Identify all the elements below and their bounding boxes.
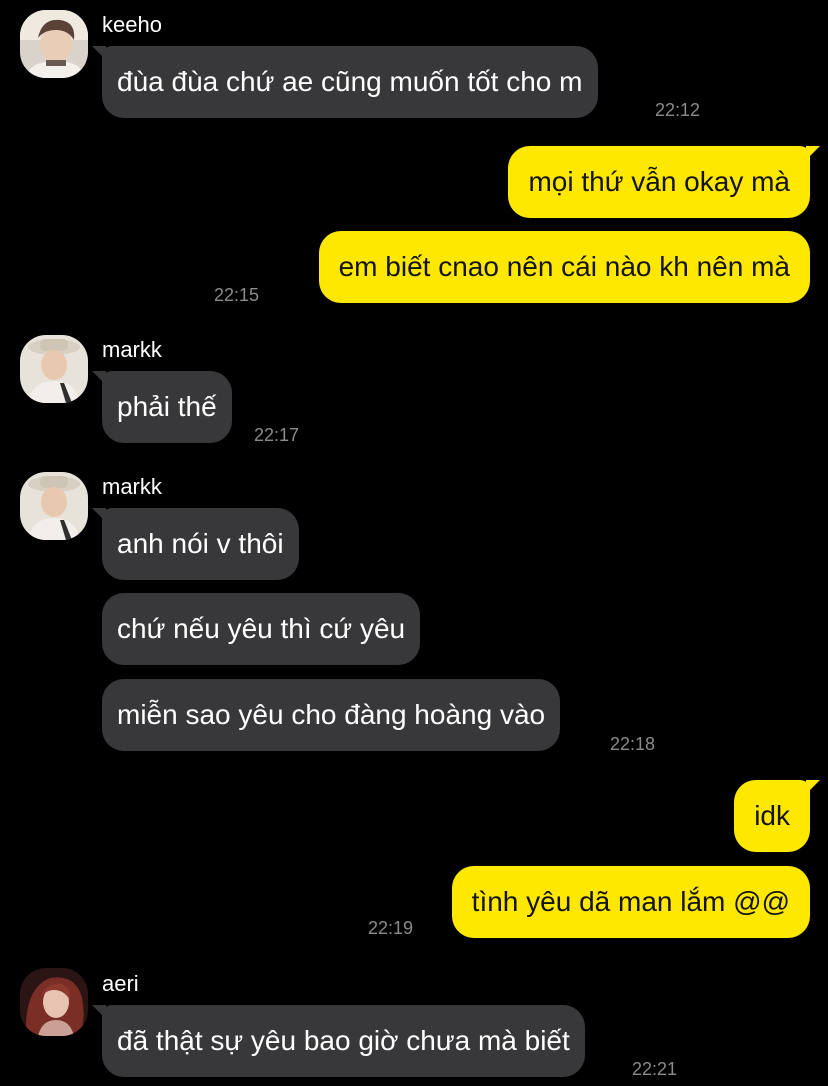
message-bubble[interactable]: phải thế [92,371,232,443]
message-text: chứ nếu yêu thì cứ yêu [117,613,406,644]
message-timestamp: 22:15 [214,285,260,305]
sender-name: aeri [102,971,139,996]
message-bubble[interactable]: idk [734,780,820,852]
message-text: anh nói v thôi [117,528,284,559]
markk-avatar-image [20,472,88,540]
markk-avatar-icon[interactable] [20,335,88,403]
aeri-avatar-icon[interactable] [20,968,88,1036]
bubble-tail [92,371,106,385]
message-bubble[interactable]: đùa đùa chứ ae cũng muốn tốt cho m [92,46,598,118]
message-text: idk [754,800,790,831]
message-text: đã thật sự yêu bao giờ chưa mà biết [117,1025,570,1056]
sender-name: keeho [102,12,162,37]
message-timestamp: 22:21 [632,1059,678,1079]
message-bubble[interactable]: mọi thứ vẫn okay mà [508,146,820,218]
bubble-tail [806,146,820,160]
keeho-avatar-image [20,10,88,78]
message-text: phải thế [117,391,217,422]
message-timestamp: 22:18 [610,734,656,754]
message-timestamp: 22:19 [368,918,414,938]
message-timestamp: 22:17 [254,425,300,445]
markk-avatar-icon[interactable] [20,472,88,540]
aeri-avatar-image [20,968,88,1036]
message-bubble[interactable]: chứ nếu yêu thì cứ yêu [102,593,421,665]
message-text: em biết cnao nên cái nào kh nên mà [338,251,790,282]
message-text: miễn sao yêu cho đàng hoàng vào [117,699,546,730]
bubble-tail [92,46,106,60]
message-bubble[interactable]: tình yêu dã man lắm @@ [451,866,810,938]
message-text: đùa đùa chứ ae cũng muốn tốt cho m [117,66,583,97]
message-bubble[interactable]: em biết cnao nên cái nào kh nên mà [318,231,810,303]
sender-name: markk [102,474,162,499]
markk-avatar-image [20,335,88,403]
sender-name: markk [102,337,162,362]
bubble-tail [92,1005,106,1019]
bubble-tail [806,780,820,794]
bubble-tail [92,508,106,522]
message-timestamp: 22:12 [655,100,701,120]
keeho-avatar-icon[interactable] [20,10,88,78]
message-bubble[interactable]: anh nói v thôi [92,508,299,580]
message-bubble[interactable]: đã thật sự yêu bao giờ chưa mà biết [92,1005,585,1077]
message-bubble[interactable]: miễn sao yêu cho đàng hoàng vào [102,679,561,751]
message-text: mọi thứ vẫn okay mà [528,166,790,197]
message-text: tình yêu dã man lắm @@ [471,886,790,917]
